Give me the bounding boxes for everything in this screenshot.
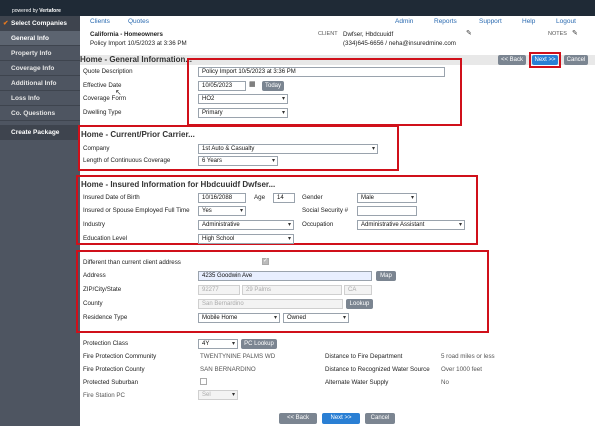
dob-field[interactable]: 10/16/2088 [198, 193, 246, 203]
nav-support[interactable]: Support [479, 18, 502, 25]
gender-label: Gender [302, 194, 323, 201]
powered-by: powered by Vertafore [12, 8, 61, 14]
city-field[interactable]: 29 Palms [242, 285, 342, 295]
protected-suburban-checkbox[interactable] [200, 378, 207, 385]
sidebar-item-coverage-info[interactable]: Coverage Info [0, 61, 80, 76]
alternate-water-label: Alternate Water Supply [325, 379, 389, 386]
line-of-business: California - Homeowners [90, 31, 163, 38]
check-icon: ✔ [3, 20, 9, 27]
quote-description-label: Quote Description [83, 68, 133, 75]
fire-county-label: Fire Protection County [83, 366, 145, 373]
distance-water-value: Over 1000 feet [441, 366, 482, 373]
section-title-insured: Home - Insured Information for Hbdcuuidf… [81, 180, 276, 189]
zip-city-state-label: ZIP/City/State [83, 286, 122, 293]
zip-field[interactable]: 92277 [198, 285, 240, 295]
nav-reports[interactable]: Reports [434, 18, 457, 25]
lookup-button[interactable]: Lookup [346, 299, 373, 309]
policy-import-label: Policy Import 10/5/2023 at 3:36 PM [90, 40, 187, 47]
distance-fire-dept-label: Distance to Fire Department [325, 353, 403, 360]
nav-quotes[interactable]: Quotes [128, 18, 149, 25]
fire-community-value: TWENTYNINE PALMS WD [200, 353, 276, 360]
sidebar-item-loss-info[interactable]: Loss Info [0, 91, 80, 106]
sidebar-item-additional-info[interactable]: Additional Info [0, 76, 80, 91]
county-field[interactable]: San Bernardino [198, 299, 343, 309]
coverage-form-label: Coverage Form [83, 95, 126, 102]
section-title-carrier: Home - Current/Prior Carrier... [81, 130, 195, 139]
powered-by-text: powered by [12, 8, 38, 14]
sidebar: ✔ Select Companies General Info Property … [0, 16, 80, 426]
residence-type-label: Residence Type [83, 314, 128, 321]
different-address-label: Different than current client address [83, 259, 181, 266]
education-select[interactable]: High School [198, 234, 294, 244]
distance-water-label: Distance to Recognized Water Source [325, 366, 430, 373]
back-button-bottom[interactable]: << Back [279, 413, 317, 424]
sidebar-item-label: Select Companies [11, 20, 67, 27]
industry-select[interactable]: Administrative [198, 220, 294, 230]
fire-station-pc-select[interactable]: Sel [198, 390, 238, 400]
residence-type-select[interactable]: Mobile Home [198, 313, 280, 323]
dob-label: Insured Date of Birth [83, 194, 140, 201]
different-address-checkbox[interactable] [262, 257, 269, 265]
fire-community-label: Fire Protection Community [83, 353, 157, 360]
notes-edit-icon[interactable]: ✎ [572, 29, 578, 37]
highlight-next-button [529, 52, 561, 68]
sidebar-item-property-info[interactable]: Property Info [0, 46, 80, 61]
next-button-bottom[interactable]: Next >> [322, 413, 360, 424]
employed-select[interactable]: Yes [198, 206, 246, 216]
ssn-field[interactable] [357, 206, 417, 216]
age-field[interactable]: 14 [273, 193, 295, 203]
address-field[interactable]: 4235 Goodwin Ave [198, 271, 372, 281]
occupation-label: Occupation [302, 221, 334, 228]
fire-county-value: SAN BERNARDINO [200, 366, 256, 373]
sidebar-item-general-info[interactable]: General Info [0, 31, 80, 46]
address-label: Address [83, 272, 106, 279]
ssn-label: Social Security # [302, 207, 349, 214]
vendor-logo-text: Vertafore [39, 8, 61, 14]
client-contact: (334)645-6656 / neha@insuredmine.com [343, 40, 456, 47]
distance-fire-dept-value: 5 road miles or less [441, 353, 495, 360]
nav-help[interactable]: Help [522, 18, 535, 25]
continuous-coverage-label: Length of Continuous Coverage [83, 157, 171, 164]
nav-admin[interactable]: Admin [395, 18, 413, 25]
section-title-general: Home - General Information... [80, 55, 193, 64]
nav-logout[interactable]: Logout [556, 18, 576, 25]
alternate-water-value: No [441, 379, 449, 386]
highlight-general-section [187, 58, 462, 126]
company-select[interactable]: 1st Auto & Casualty [198, 144, 378, 154]
employed-label: Insured or Spouse Employed Full Time [83, 207, 190, 214]
notes-label: NOTES [548, 31, 567, 37]
client-label: CLIENT [318, 31, 338, 37]
protection-class-label: Protection Class [83, 340, 129, 347]
cancel-button-bottom[interactable]: Cancel [365, 413, 395, 424]
fire-station-pc-label: Fire Station PC [83, 392, 125, 399]
county-label: County [83, 300, 103, 307]
age-label: Age [254, 194, 266, 201]
top-bar: powered by Vertafore [0, 0, 595, 16]
cancel-button-top[interactable]: Cancel [564, 55, 588, 65]
education-label: Education Level [83, 235, 128, 242]
back-button-top[interactable]: << Back [498, 55, 526, 65]
occupation-select[interactable]: Administrative Assistant [357, 220, 465, 230]
company-label: Company [83, 145, 110, 152]
gender-select[interactable]: Male [357, 193, 417, 203]
pc-lookup-button[interactable]: PC Lookup [241, 339, 277, 349]
client-name: Dwfser, Hbdcuuidf [343, 31, 394, 38]
continuous-coverage-select[interactable]: 6 Years [198, 156, 278, 166]
edit-pencil-icon[interactable]: ✎ [466, 29, 472, 37]
nav-clients[interactable]: Clients [90, 18, 110, 25]
sidebar-item-co-questions[interactable]: Co. Questions [0, 106, 80, 121]
state-field[interactable]: CA [344, 285, 372, 295]
ownership-select[interactable]: Owned [283, 313, 349, 323]
sidebar-item-create-package[interactable]: Create Package [0, 125, 80, 140]
sidebar-item-select-companies[interactable]: ✔ Select Companies [0, 16, 80, 31]
protection-class-select[interactable]: 4Y [198, 339, 238, 349]
map-button[interactable]: Map [376, 271, 396, 281]
dwelling-type-label: Dwelling Type [83, 109, 122, 116]
industry-label: Industry [83, 221, 106, 228]
protected-suburban-label: Protected Suburban [83, 379, 139, 386]
